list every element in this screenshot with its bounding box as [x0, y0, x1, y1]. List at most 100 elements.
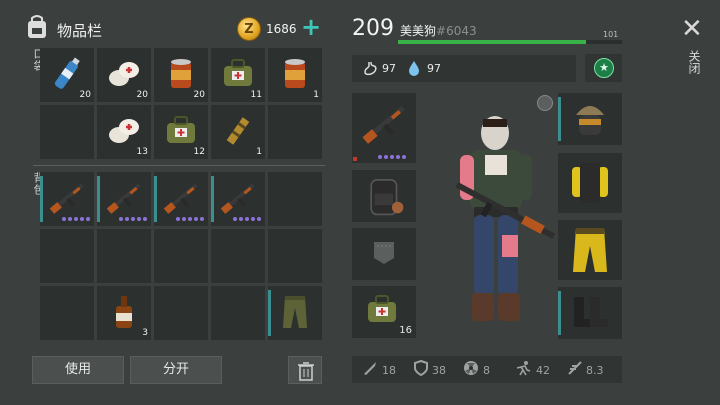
ammo-icon — [226, 117, 250, 145]
bandage-icon — [109, 62, 139, 86]
radiation-value: 8 — [483, 364, 490, 377]
backpack-slot[interactable] — [268, 286, 322, 340]
item-quantity: 11 — [250, 90, 262, 100]
star-badge-icon[interactable]: ★ — [594, 58, 614, 78]
pocket-slot[interactable]: 13 — [97, 105, 151, 159]
pocket-equip-slot[interactable] — [352, 228, 416, 280]
backpack-slot-empty[interactable] — [268, 229, 322, 283]
item-quantity: 20 — [193, 90, 205, 100]
coin-icon: Z — [237, 17, 261, 41]
rifle-icon — [49, 183, 84, 214]
stealth-value: 8.3 — [586, 364, 604, 377]
legs-slot[interactable] — [558, 220, 622, 280]
quality-dots — [233, 217, 261, 221]
use-button[interactable]: 使用 — [32, 356, 124, 384]
backpack-icon — [28, 15, 46, 38]
rarity-bar — [558, 97, 561, 141]
backpack-slot[interactable] — [40, 172, 94, 226]
rarity-bar — [40, 176, 43, 222]
backpack-slot-empty[interactable] — [268, 172, 322, 226]
vest-icon — [572, 163, 608, 203]
quality-dots — [119, 217, 147, 221]
trash-button[interactable] — [288, 356, 322, 384]
medkit-equip-slot[interactable]: 16 — [352, 286, 416, 338]
whiskey-icon — [116, 296, 132, 328]
add-coins-button[interactable]: + — [301, 15, 321, 39]
xp-value: 101 — [603, 30, 619, 39]
pocket-slot[interactable]: 11 — [211, 48, 265, 102]
pocket-slot[interactable]: 1 — [211, 105, 265, 159]
item-quantity: 20 — [79, 90, 91, 100]
canned-food-icon — [285, 59, 305, 88]
backpack-slot-empty[interactable] — [211, 229, 265, 283]
pocket-slot[interactable]: 1 — [268, 48, 322, 102]
pocket-slot-empty[interactable] — [268, 105, 322, 159]
backpack-slot-empty[interactable] — [97, 229, 151, 283]
backpack-slot[interactable] — [97, 172, 151, 226]
equipped-marker — [353, 157, 357, 161]
weapon-slot[interactable] — [352, 93, 416, 163]
item-quantity: 16 — [399, 325, 412, 336]
rifle-icon — [106, 183, 141, 214]
close-icon[interactable]: ✕ — [681, 16, 703, 42]
rarity-bar — [211, 176, 214, 222]
player-name: 美美狗 — [400, 24, 437, 38]
running-icon — [516, 361, 531, 376]
backpack-icon — [370, 179, 404, 216]
helmet-icon — [576, 106, 604, 135]
backpack-slot[interactable]: 3 — [97, 286, 151, 340]
backpack-slot[interactable] — [211, 172, 265, 226]
knife-icon — [364, 362, 376, 375]
attack-value: 18 — [382, 364, 396, 377]
speed-value: 42 — [536, 364, 550, 377]
feet-slot[interactable] — [558, 287, 622, 339]
xp-bar — [398, 40, 622, 44]
backpack-slot[interactable] — [154, 172, 208, 226]
water-bottle-icon — [54, 57, 80, 89]
item-quantity: 1 — [256, 147, 262, 157]
pocket-slot[interactable]: 20 — [40, 48, 94, 102]
boots-icon — [574, 297, 608, 327]
player-id: #6043 — [436, 24, 477, 38]
item-quantity: 3 — [142, 328, 148, 338]
rarity-bar — [268, 290, 271, 336]
inventory-title: 物品栏 — [57, 22, 103, 40]
section-divider — [33, 165, 325, 166]
water-value: 97 — [427, 62, 441, 75]
xp-fill — [398, 40, 587, 44]
first-aid-bag-icon — [224, 59, 252, 86]
rarity-bar — [97, 176, 100, 222]
backpack-slot-empty[interactable] — [40, 229, 94, 283]
water-drop-icon — [409, 61, 419, 76]
coin-count: 1686 — [266, 22, 297, 36]
split-button[interactable]: 分开 — [130, 356, 222, 384]
backpack-slot-empty[interactable] — [154, 229, 208, 283]
backpack-slot-empty[interactable] — [211, 286, 265, 340]
backpack-slot-empty[interactable] — [154, 286, 208, 340]
pocket-icon — [374, 242, 394, 264]
body-slot[interactable] — [558, 153, 622, 213]
pocket-slot-empty[interactable] — [40, 105, 94, 159]
rifle-icon — [362, 106, 405, 144]
canned-food-icon — [171, 59, 191, 88]
stealth-icon — [568, 361, 582, 375]
head-slot[interactable] — [558, 93, 622, 145]
cargo-pants-icon — [283, 296, 307, 328]
trash-icon — [298, 362, 314, 381]
pocket-slot[interactable]: 20 — [97, 48, 151, 102]
pocket-slot[interactable]: 12 — [154, 105, 208, 159]
rifle-icon — [220, 183, 255, 214]
close-label[interactable]: 关闭 — [686, 50, 703, 74]
pants-icon — [573, 228, 607, 272]
first-aid-bag-icon — [167, 116, 195, 143]
backpack-slot-empty[interactable] — [40, 286, 94, 340]
quality-dots — [378, 155, 406, 159]
player-level: 209 — [352, 16, 394, 41]
backpack-equip-slot[interactable] — [352, 170, 416, 222]
player-name-line: 美美狗#6043 — [400, 22, 477, 39]
quality-dots — [176, 217, 204, 221]
pocket-slot[interactable]: 20 — [154, 48, 208, 102]
mask-badge-icon — [537, 95, 553, 111]
quality-dots — [62, 217, 90, 221]
rarity-bar — [558, 291, 561, 335]
